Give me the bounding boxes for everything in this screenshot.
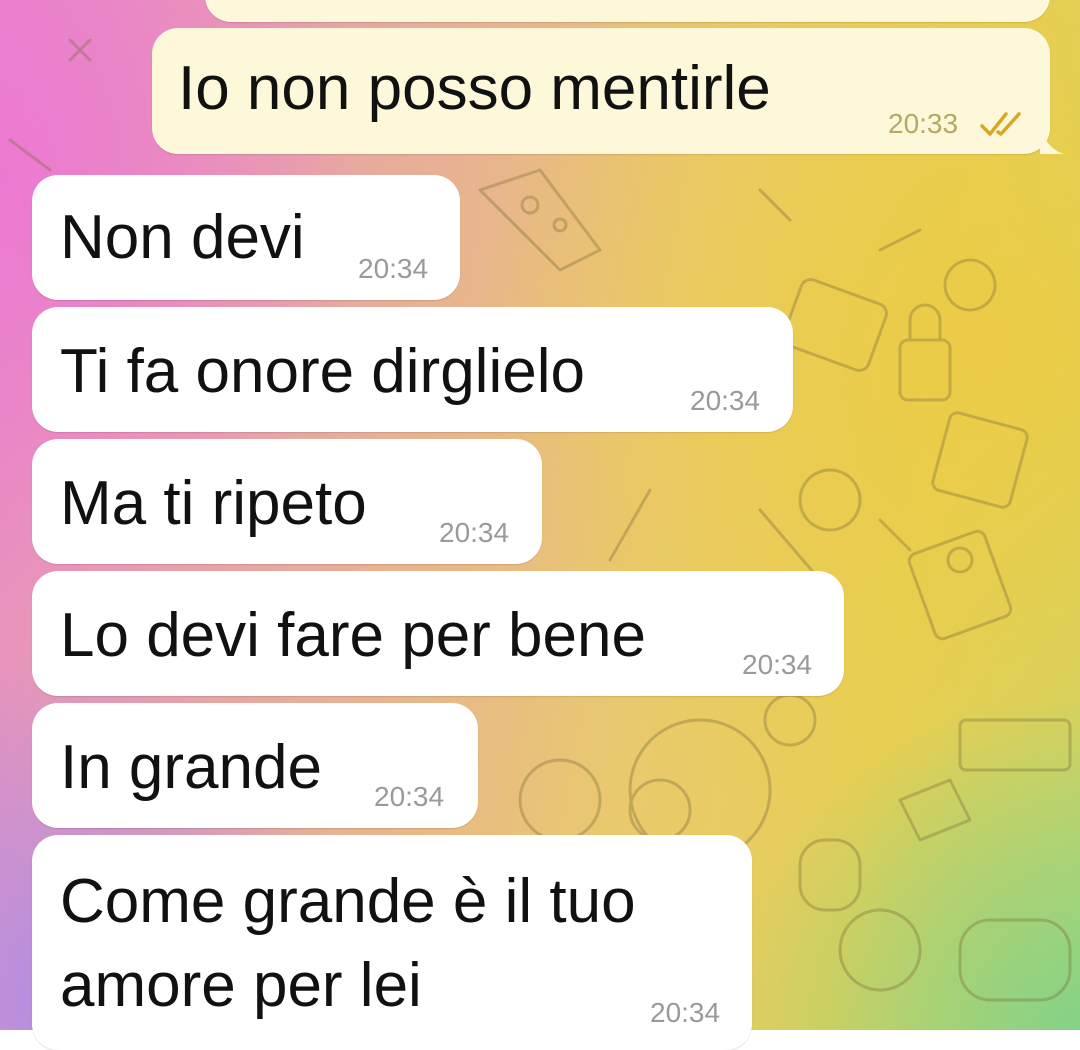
message-bubble-incoming[interactable]: In grande 20:34 [32,703,478,828]
message-text: Ti fa onore dirglielo [60,337,585,406]
message-bubble-incoming[interactable]: Lo devi fare per bene 20:34 [32,571,844,696]
message-text: Non devi [60,203,305,272]
message-text-line-2: amore per lei [60,951,422,1020]
message-text: Ma ti ripeto [60,469,367,538]
message-time: 20:33 [888,108,959,139]
message-time: 20:34 [650,997,721,1028]
message-bubble-incoming[interactable]: Come grande è il tuo amore per lei 20:34 [32,835,752,1050]
message-bubble-incoming[interactable]: Non devi 20:34 [32,175,460,300]
message-time: 20:34 [742,649,813,680]
message-text-line-1: Come grande è il tuo [60,867,636,936]
message-text: Lo devi fare per bene [60,601,646,670]
message-bubble-incoming[interactable]: Ma ti ripeto 20:34 [32,439,542,564]
double-check-icon [980,112,1021,136]
message-bubble-incoming[interactable]: Ti fa onore dirglielo 20:34 [32,307,793,432]
message-text: In grande [60,733,322,802]
bubble-tail-outgoing [1040,124,1064,154]
message-time: 20:34 [439,517,510,548]
message-time: 20:34 [690,385,761,416]
message-bubble-partial [205,0,1050,22]
message-time: 20:34 [358,253,429,284]
message-bubble-outgoing[interactable]: Io non posso mentirle 20:33 [152,28,1050,154]
message-text: Io non posso mentirle [178,54,771,123]
message-time: 20:34 [374,781,445,812]
